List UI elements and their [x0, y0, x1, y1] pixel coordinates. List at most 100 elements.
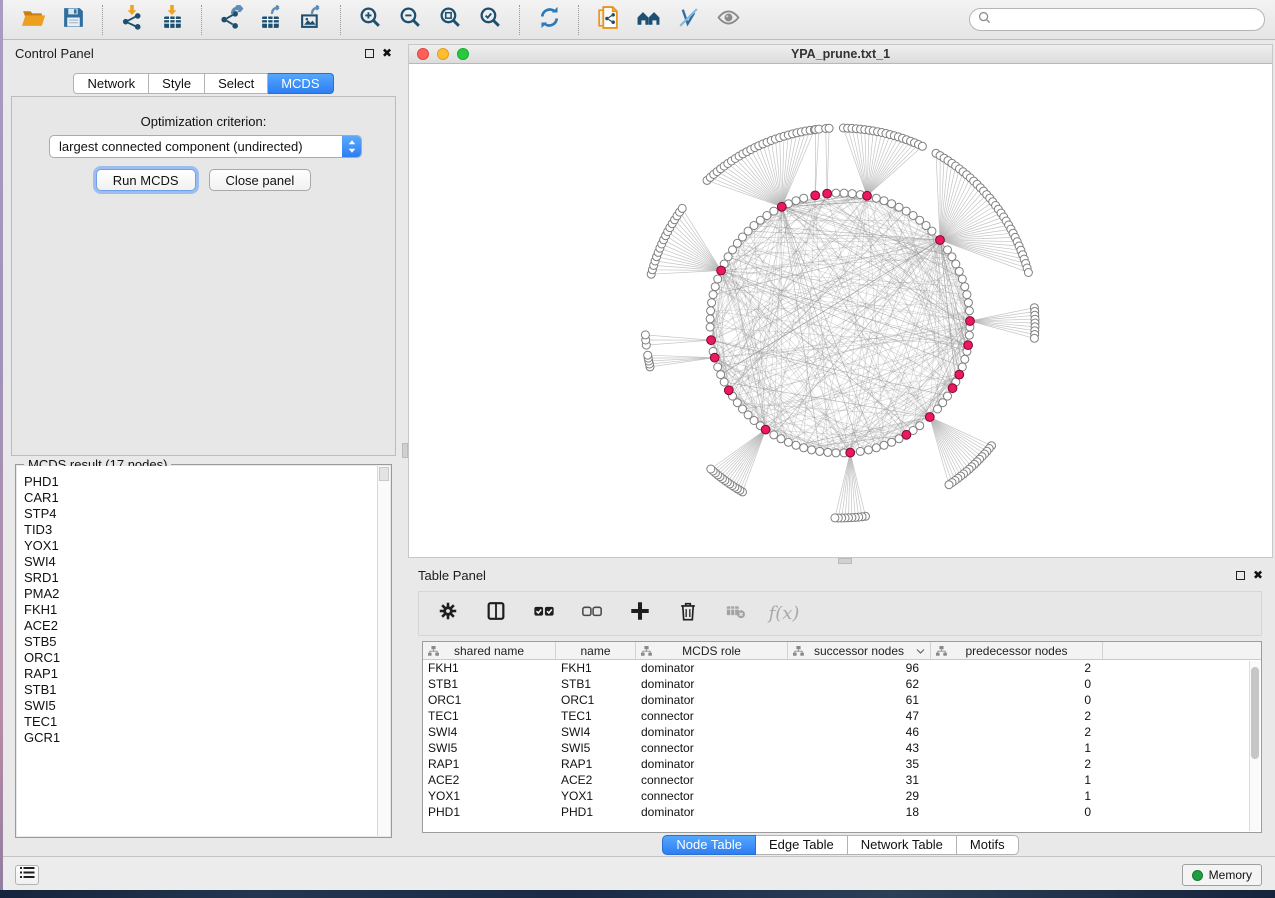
result-node-item[interactable]: STB5	[24, 634, 390, 650]
result-node-item[interactable]: STP4	[24, 506, 390, 522]
tab-node-table[interactable]: Node Table	[662, 835, 756, 855]
table-row[interactable]: RAP1RAP1dominator352	[423, 756, 1261, 772]
result-scrollbar-thumb[interactable]	[379, 467, 389, 481]
float-panel-icon[interactable]	[1236, 571, 1245, 580]
result-node-item[interactable]: GCR1	[24, 730, 390, 746]
result-node-item[interactable]: FKH1	[24, 602, 390, 618]
mcds-panel: Optimization criterion: largest connecte…	[11, 96, 396, 456]
tab-select[interactable]: Select	[205, 73, 268, 94]
deselect-all-button[interactable]	[580, 602, 604, 626]
network-titlebar[interactable]: YPA_prune.txt_1	[409, 45, 1272, 64]
delete-row-button[interactable]	[676, 602, 700, 626]
tab-edge-table[interactable]: Edge Table	[756, 835, 848, 855]
import-network-button[interactable]	[117, 5, 147, 35]
table-cell: SWI4	[423, 724, 556, 740]
table-row[interactable]: STB1STB1dominator620	[423, 676, 1261, 692]
column-header-MCDS-role[interactable]: MCDS role	[636, 642, 788, 659]
hide-selected-button[interactable]	[673, 5, 703, 35]
table-row[interactable]: TEC1TEC1connector472	[423, 708, 1261, 724]
refresh-layout-button[interactable]	[534, 5, 564, 35]
zoom-out-button[interactable]	[395, 5, 425, 35]
table-row[interactable]: YOX1YOX1connector291	[423, 788, 1261, 804]
mcds-result-group: MCDS result (17 nodes) PHD1CAR1STP4TID3Y…	[15, 464, 392, 838]
table-cell: FKH1	[556, 660, 636, 676]
float-panel-icon[interactable]	[365, 49, 374, 58]
table-row[interactable]: SWI5SWI5connector431	[423, 740, 1261, 756]
table-cell: dominator	[636, 804, 788, 820]
table-scrollbar-thumb[interactable]	[1251, 667, 1259, 759]
zoom-fit-button[interactable]	[435, 5, 465, 35]
open-session-button[interactable]	[18, 5, 48, 35]
network-graph[interactable]	[409, 64, 1272, 557]
result-node-item[interactable]: TID3	[24, 522, 390, 538]
column-header-predecessor-nodes[interactable]: predecessor nodes	[931, 642, 1103, 659]
import-table-button[interactable]	[157, 5, 187, 35]
export-table-button[interactable]	[256, 5, 286, 35]
save-session-button[interactable]	[58, 5, 88, 35]
result-node-item[interactable]: SRD1	[24, 570, 390, 586]
result-node-item[interactable]: TEC1	[24, 714, 390, 730]
column-header-shared-name[interactable]: shared name	[423, 642, 556, 659]
memory-button[interactable]: Memory	[1182, 864, 1262, 886]
delete-table-button[interactable]	[724, 602, 748, 626]
table-row[interactable]: ORC1ORC1dominator610	[423, 692, 1261, 708]
table-row[interactable]: SWI4SWI4dominator462	[423, 724, 1261, 740]
zoom-in-button[interactable]	[355, 5, 385, 35]
result-scrollbar[interactable]	[377, 466, 390, 836]
table-scrollbar[interactable]	[1249, 661, 1260, 831]
add-row-button[interactable]	[628, 602, 652, 626]
table-row[interactable]: PHD1PHD1dominator180	[423, 804, 1261, 820]
mcds-result-list[interactable]: PHD1CAR1STP4TID3YOX1SWI4SRD1PMA2FKH1ACE2…	[17, 466, 390, 836]
result-node-item[interactable]: RAP1	[24, 666, 390, 682]
zoom-selected-button[interactable]	[475, 5, 505, 35]
network-title: YPA_prune.txt_1	[409, 47, 1272, 61]
result-node-item[interactable]: PMA2	[24, 586, 390, 602]
table-cell: YOX1	[423, 788, 556, 804]
table-row[interactable]: ACE2ACE2connector311	[423, 772, 1261, 788]
share-document-icon	[596, 5, 621, 35]
tab-mcds[interactable]: MCDS	[268, 73, 333, 94]
function-builder-button[interactable]: f(x)	[772, 602, 796, 626]
export-image-button[interactable]	[296, 5, 326, 35]
column-header-successor-nodes[interactable]: successor nodes	[788, 642, 931, 659]
first-neighbors-button[interactable]	[633, 5, 663, 35]
table-toolbar: f(x)	[418, 591, 1262, 636]
search-input[interactable]	[996, 13, 1256, 27]
table-cell: connector	[636, 708, 788, 724]
run-mcds-button[interactable]: Run MCDS	[96, 169, 196, 191]
result-node-item[interactable]: PHD1	[24, 474, 390, 490]
table-cell: SWI5	[556, 740, 636, 756]
result-node-item[interactable]: STB1	[24, 682, 390, 698]
export-network-button[interactable]	[216, 5, 246, 35]
table-header-row: shared namenameMCDS rolesuccessor nodesp…	[423, 642, 1261, 660]
optimization-criterion-select[interactable]: largest connected component (undirected)	[49, 135, 362, 158]
search-field[interactable]	[969, 8, 1265, 31]
result-node-item[interactable]: SWI5	[24, 698, 390, 714]
table-cell: 1	[931, 772, 1103, 788]
result-node-item[interactable]: YOX1	[24, 538, 390, 554]
tab-network[interactable]: Network	[73, 73, 149, 94]
close-panel-icon[interactable]: ✖	[382, 47, 392, 59]
network-canvas[interactable]	[409, 64, 1272, 557]
column-layout-button[interactable]	[484, 602, 508, 626]
result-node-item[interactable]: CAR1	[24, 490, 390, 506]
show-graphics-details-button[interactable]	[713, 5, 743, 35]
toolbar-separator	[340, 5, 341, 35]
table-cell: connector	[636, 772, 788, 788]
result-node-item[interactable]: ACE2	[24, 618, 390, 634]
tab-motifs[interactable]: Motifs	[957, 835, 1019, 855]
share-document-button[interactable]	[593, 5, 623, 35]
close-panel-button[interactable]: Close panel	[209, 169, 312, 191]
result-node-item[interactable]: SWI4	[24, 554, 390, 570]
select-all-button[interactable]	[532, 602, 556, 626]
table-row[interactable]: FKH1FKH1dominator962	[423, 660, 1261, 676]
table-settings-button[interactable]	[436, 602, 460, 626]
task-history-button[interactable]	[15, 865, 39, 885]
table-cell: ORC1	[556, 692, 636, 708]
result-node-item[interactable]: ORC1	[24, 650, 390, 666]
tab-style[interactable]: Style	[149, 73, 205, 94]
column-header-name[interactable]: name	[556, 642, 636, 659]
search-icon	[978, 11, 991, 29]
close-panel-icon[interactable]: ✖	[1253, 569, 1263, 581]
tab-network-table[interactable]: Network Table	[848, 835, 957, 855]
